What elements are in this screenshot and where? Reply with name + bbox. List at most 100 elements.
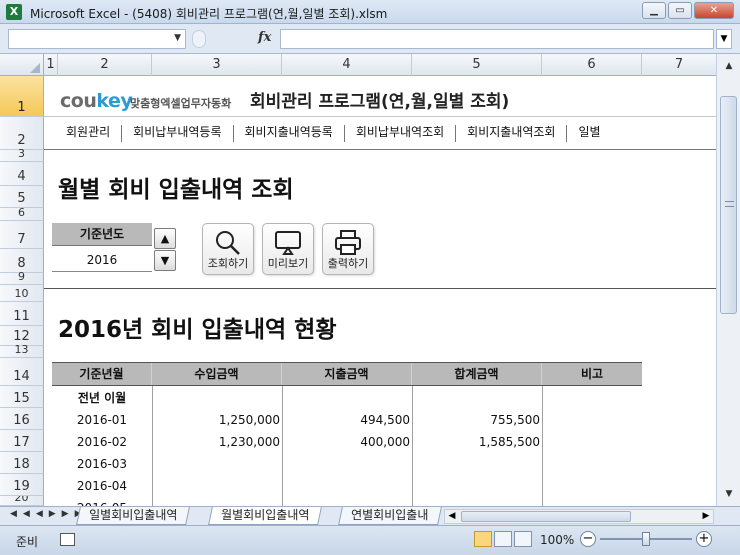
menu-item-payment-entry[interactable]: 회비납부내역등록 <box>122 125 234 142</box>
zoom-slider-thumb[interactable] <box>642 532 650 546</box>
cell-expense[interactable]: 400,000 <box>282 431 410 453</box>
search-button-label: 조회하기 <box>207 257 249 270</box>
normal-view-icon[interactable] <box>474 531 492 547</box>
row-header[interactable]: 13 <box>0 343 44 358</box>
report-title: 2016년 회비 입출내역 현황 <box>58 317 337 343</box>
printer-icon <box>335 230 361 255</box>
year-up-button[interactable]: ▲ <box>154 228 176 249</box>
column-header[interactable]: 2 <box>58 54 152 76</box>
minimize-button[interactable]: ▁ <box>642 2 666 19</box>
cell-month[interactable]: 2016-01 <box>52 409 152 431</box>
menu-item-expense-search[interactable]: 회비지출내역조회 <box>456 125 568 142</box>
chevron-down-icon[interactable]: ▼ <box>174 33 181 43</box>
preview-button[interactable]: 미리보기 <box>262 223 314 275</box>
scroll-left-icon[interactable]: ◀ <box>445 510 459 523</box>
row-header[interactable]: 4 <box>0 162 44 186</box>
macro-record-icon[interactable] <box>60 533 75 546</box>
cell-month[interactable]: 2016-02 <box>52 431 152 453</box>
formula-input[interactable] <box>280 29 714 49</box>
page-break-view-icon[interactable] <box>514 531 532 547</box>
row-header[interactable]: 5 <box>0 186 44 208</box>
menu-item-expense-entry[interactable]: 회비지출내역등록 <box>234 125 345 142</box>
window-controls: ▁ ▭ ✕ <box>642 2 734 19</box>
row-header[interactable]: 6 <box>0 206 44 221</box>
expand-formula-bar-icon[interactable]: ▼ <box>716 29 732 49</box>
row-header[interactable]: 9 <box>0 270 44 285</box>
cell-expense[interactable]: 494,500 <box>282 409 410 431</box>
insert-function-icon[interactable]: fx <box>258 30 271 45</box>
row-header[interactable]: 18 <box>0 452 44 474</box>
menu-item-daily[interactable]: 일별 <box>567 125 611 142</box>
print-button-label: 출력하기 <box>327 257 369 270</box>
cell-total[interactable]: 755,500 <box>412 409 540 431</box>
zoom-in-icon[interactable]: + <box>696 531 712 547</box>
cell-month[interactable]: 2016-03 <box>52 453 152 475</box>
view-buttons <box>474 531 532 547</box>
horizontal-scrollbar[interactable]: ◀ ▶ <box>444 509 714 524</box>
sheet-tab-monthly[interactable]: 월별회비입출내역 <box>208 507 323 525</box>
column-header[interactable]: 1 <box>44 54 58 76</box>
row-header[interactable]: 10 <box>0 285 44 302</box>
cell-total[interactable]: 1,585,500 <box>412 431 540 453</box>
menu-divider <box>44 116 716 117</box>
cell-income[interactable]: 1,250,000 <box>152 409 280 431</box>
column-header[interactable]: 6 <box>542 54 642 76</box>
name-box[interactable]: ▼ <box>8 29 186 49</box>
horizontal-scroll-thumb[interactable] <box>461 511 631 522</box>
zoom-level[interactable]: 100% <box>540 533 574 547</box>
sheet-tab-bar: ◀◀◀▶▶▶ 일별회비입출내역 월별회비입출내역 연별회비입출내 ◀ ▶ <box>0 506 740 525</box>
row-header[interactable]: 1 <box>0 76 44 117</box>
row-header[interactable]: 19 <box>0 474 44 496</box>
status-bar: 준비 100% − + <box>0 525 740 555</box>
select-all-button[interactable] <box>0 54 44 76</box>
program-title: 회비관리 프로그램(연,월,일별 조회) <box>250 92 510 112</box>
row-header[interactable]: 14 <box>0 358 44 386</box>
cell-month[interactable]: 2016-04 <box>52 475 152 497</box>
sheet-tab-yearly[interactable]: 연별회비입출내 <box>338 507 442 525</box>
cell-month[interactable]: 전년 이월 <box>52 387 152 409</box>
worksheet-grid[interactable]: coukey 맞춤형엑셀업무자동화 회비관리 프로그램(연,월,일별 조회) 회… <box>44 76 716 506</box>
row-header[interactable]: 20 <box>0 496 44 506</box>
search-button[interactable]: 조회하기 <box>202 223 254 275</box>
column-total: 합계금액 <box>412 363 542 385</box>
column-header[interactable]: 7 <box>642 54 716 76</box>
year-value[interactable]: 2016 <box>52 248 152 272</box>
table-header: 기준년월 수입금액 지출금액 합계금액 비고 <box>52 362 642 386</box>
row-header[interactable]: 15 <box>0 386 44 408</box>
section-divider <box>44 288 716 289</box>
close-button[interactable]: ✕ <box>694 2 734 19</box>
row-header[interactable]: 2 <box>0 117 44 150</box>
scroll-up-icon[interactable]: ▲ <box>721 58 737 74</box>
print-button[interactable]: 출력하기 <box>322 223 374 275</box>
zoom-out-icon[interactable]: − <box>580 531 596 547</box>
status-ready: 준비 <box>16 535 39 549</box>
vertical-scroll-thumb[interactable] <box>720 96 737 314</box>
formula-divider-handle[interactable] <box>192 30 206 48</box>
row-header[interactable]: 7 <box>0 221 44 249</box>
row-header[interactable]: 3 <box>0 147 44 162</box>
row-header[interactable]: 11 <box>0 302 44 326</box>
scroll-right-icon[interactable]: ▶ <box>699 510 713 523</box>
scroll-down-icon[interactable]: ▼ <box>721 486 737 502</box>
excel-app-icon: X <box>6 4 22 20</box>
year-down-button[interactable]: ▼ <box>154 250 176 271</box>
maximize-button[interactable]: ▭ <box>668 2 692 19</box>
page-layout-view-icon[interactable] <box>494 531 512 547</box>
menu-item-payment-search[interactable]: 회비납부내역조회 <box>345 125 457 142</box>
column-header[interactable]: 5 <box>412 54 542 76</box>
search-icon <box>216 231 240 255</box>
row-header[interactable]: 17 <box>0 430 44 452</box>
column-header[interactable]: 3 <box>152 54 282 76</box>
column-header[interactable]: 4 <box>282 54 412 76</box>
vertical-scrollbar[interactable]: ▲ ▼ <box>716 54 740 506</box>
year-label: 기준년도 <box>52 223 152 246</box>
row-header[interactable]: 16 <box>0 408 44 430</box>
menu-bar: 회원관리 회비납부내역등록 회비지출내역등록 회비납부내역조회 회비지출내역조회… <box>44 122 716 142</box>
cell-income[interactable]: 1,230,000 <box>152 431 280 453</box>
formula-bar: ▼ fx ▼ <box>0 24 740 54</box>
menu-item-members[interactable]: 회원관리 <box>44 125 123 142</box>
sheet-tab-daily[interactable]: 일별회비입출내역 <box>76 507 191 525</box>
sheet-navigation-icons[interactable]: ◀◀◀▶▶▶ <box>10 509 88 519</box>
title-bar: X Microsoft Excel - (5408) 회비관리 프로그램(연,월… <box>0 0 740 24</box>
cell-month[interactable]: 2016-05 <box>52 497 152 506</box>
